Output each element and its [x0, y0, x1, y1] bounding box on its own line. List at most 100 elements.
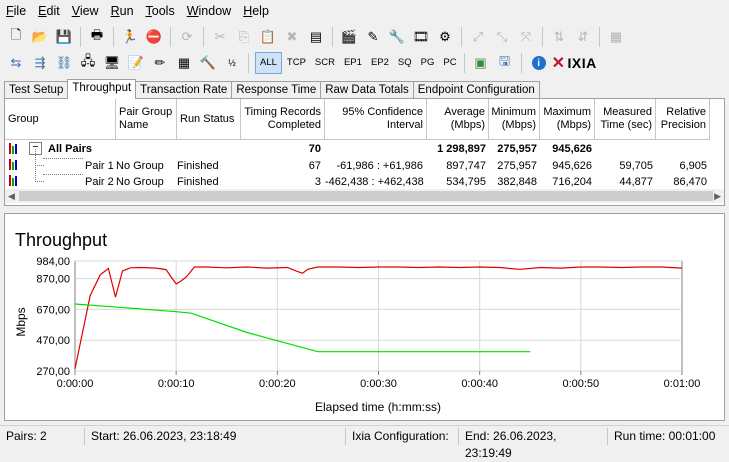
column-header-relative-precision[interactable]: Relative Precision — [656, 99, 710, 140]
status-ixia-config: Ixia Configuration: — [346, 428, 459, 445]
column-header-group[interactable]: Group — [5, 99, 116, 140]
menu-edit[interactable]: Edit — [32, 0, 66, 22]
filter-all-button[interactable]: ALL — [255, 52, 282, 74]
tree-connector — [43, 173, 83, 175]
status-end: End: 26.06.2023, 23:19:49 — [459, 428, 608, 460]
main-toolbar: 🗋 📂 💾 🖶 🏃 ⛔ ⟳ ✂ ⎘ 📋 ✖ ▤ 🎬 ✎ 🔧 🎞 ⚙ ⤢ ⤡ ⤧ … — [0, 24, 729, 50]
scroll-right-icon[interactable]: ▶ — [714, 189, 721, 203]
column-header-maximum[interactable]: Maximum (Mbps) — [540, 99, 595, 140]
filter-ep2-button[interactable]: EP2 — [367, 53, 393, 73]
column-header-run-status[interactable]: Run Status — [177, 99, 241, 140]
tab-transaction-rate[interactable]: Transaction Rate — [135, 81, 233, 99]
column-header-minimum[interactable]: Minimum (Mbps) — [489, 99, 540, 140]
status-start: Start: 26.06.2023, 23:18:49 — [85, 428, 346, 445]
toolbar-separator — [203, 27, 204, 47]
filter-sq-button[interactable]: SQ — [394, 53, 416, 73]
script-run-icon[interactable]: 🎞 — [411, 27, 431, 47]
horizontal-scrollbar[interactable]: ◀ ▶ — [5, 189, 724, 203]
save-icon[interactable]: 💾 — [54, 27, 74, 47]
sort-down-icon[interactable]: ⇵ — [573, 27, 593, 47]
collapse-icon[interactable]: ⤡ — [492, 27, 512, 47]
y-tick-label: 270,00 — [36, 366, 70, 378]
save-results-icon[interactable]: 🖫 — [495, 53, 515, 73]
pair-icon[interactable]: ⇆ — [6, 53, 26, 73]
menu-run[interactable]: Run — [105, 0, 140, 22]
delete-icon[interactable]: ✖ — [282, 27, 302, 47]
menu-tools[interactable]: Tools — [140, 0, 181, 22]
filter-pc-button[interactable]: PC — [439, 53, 460, 73]
menu-help[interactable]: Help — [237, 0, 275, 22]
tab-throughput[interactable]: Throughput — [67, 79, 137, 99]
script-settings-icon[interactable]: ⚙ — [435, 27, 455, 47]
report-icon[interactable]: ▦ — [606, 27, 626, 47]
column-header-confidence-interval[interactable]: 95% Confidence Interval — [325, 99, 427, 140]
numbering-icon[interactable]: ½ — [222, 53, 242, 73]
column-header-timing-records[interactable]: Timing Records Completed — [241, 99, 325, 140]
wrench-icon[interactable]: 🔨 — [198, 53, 218, 73]
pair-relative-precision: 6,905 — [679, 160, 707, 172]
x-tick-label: 0:00:00 — [57, 378, 94, 390]
tab-response-time[interactable]: Response Time — [231, 81, 322, 99]
stop-icon[interactable]: ⛔ — [144, 27, 164, 47]
edit-script-icon[interactable]: ✎ — [363, 27, 383, 47]
endpoint-edit-icon[interactable]: 🖥 — [102, 53, 122, 73]
grid-icon[interactable]: ▦ — [174, 53, 194, 73]
pencil-icon[interactable]: ✏ — [150, 53, 170, 73]
column-header-average[interactable]: Average (Mbps) — [427, 99, 489, 140]
column-header-pair-group-name[interactable]: Pair Group Name — [116, 99, 177, 140]
x-axis-label: Elapsed time (h:mm:ss) — [315, 400, 441, 414]
all-pairs-minimum: 275,957 — [497, 143, 537, 155]
script-tool-icon[interactable]: 🔧 — [387, 27, 407, 47]
copy-icon[interactable]: ⎘ — [234, 27, 254, 47]
cut-icon[interactable]: ✂ — [210, 27, 230, 47]
pair-timing: 3 — [314, 176, 321, 188]
all-pairs-timing: 70 — [308, 143, 321, 155]
pair-average: 897,747 — [446, 160, 486, 172]
toolbar-separator — [463, 53, 465, 73]
network-icon[interactable]: ⛓ — [54, 53, 74, 73]
y-tick-label: 870,00 — [36, 274, 70, 286]
new-file-icon[interactable]: 🗋 — [6, 27, 26, 47]
pair-minimum: 275,957 — [497, 160, 537, 172]
pair-run-status: Finished — [177, 176, 219, 188]
pair-maximum: 716,204 — [552, 176, 592, 188]
scrollbar-thumb[interactable] — [19, 191, 713, 201]
scroll-left-icon[interactable]: ◀ — [8, 189, 15, 203]
tab-test-setup[interactable]: Test Setup — [4, 81, 69, 99]
tab-raw-data-totals[interactable]: Raw Data Totals — [320, 81, 414, 99]
menu-window[interactable]: Window — [181, 0, 237, 22]
filter-tcp-button[interactable]: TCP — [283, 53, 310, 73]
filter-scr-button[interactable]: SCR — [311, 53, 339, 73]
pair-measured-time: 44,877 — [619, 176, 653, 188]
toolbar-separator — [80, 27, 81, 47]
pair-name: Pair 2 — [85, 176, 114, 188]
menu-view[interactable]: View — [66, 0, 105, 22]
menu-bar: File Edit View Run Tools Window Help — [0, 0, 729, 22]
info-icon[interactable]: i — [531, 56, 546, 70]
fit-icon[interactable]: ⤧ — [516, 27, 536, 47]
filter-pg-button[interactable]: PG — [417, 53, 439, 73]
refresh-icon[interactable]: ⟳ — [177, 27, 197, 47]
chart-title: Throughput — [15, 230, 107, 250]
notes-icon[interactable]: 📝 — [126, 53, 146, 73]
results-tabs: Test Setup Throughput Transaction Rate R… — [4, 79, 540, 99]
run-icon[interactable]: 🏃 — [120, 27, 140, 47]
script-icon[interactable]: 🎬 — [339, 27, 359, 47]
export-icon[interactable]: ▣ — [471, 53, 491, 73]
endpoint-icon[interactable]: 🖧 — [78, 53, 98, 73]
open-folder-icon[interactable]: 📂 — [30, 27, 50, 47]
column-header-measured-time[interactable]: Measured Time (sec) — [595, 99, 656, 140]
rename-icon[interactable]: ▤ — [306, 27, 326, 47]
menu-file[interactable]: File — [0, 0, 32, 22]
print-icon[interactable]: 🖶 — [87, 27, 107, 47]
tab-endpoint-configuration[interactable]: Endpoint Configuration — [412, 81, 540, 99]
sort-up-icon[interactable]: ⇅ — [549, 27, 569, 47]
filter-ep1-button[interactable]: EP1 — [340, 53, 366, 73]
tree-connector — [43, 157, 83, 159]
pair-name: Pair 1 — [85, 160, 114, 172]
pair-confidence: -462,438 : +462,438 — [325, 176, 424, 188]
multicast-icon[interactable]: ⇶ — [30, 53, 50, 73]
pair-average: 534,795 — [446, 176, 486, 188]
paste-icon[interactable]: 📋 — [258, 27, 278, 47]
expand-icon[interactable]: ⤢ — [468, 27, 488, 47]
